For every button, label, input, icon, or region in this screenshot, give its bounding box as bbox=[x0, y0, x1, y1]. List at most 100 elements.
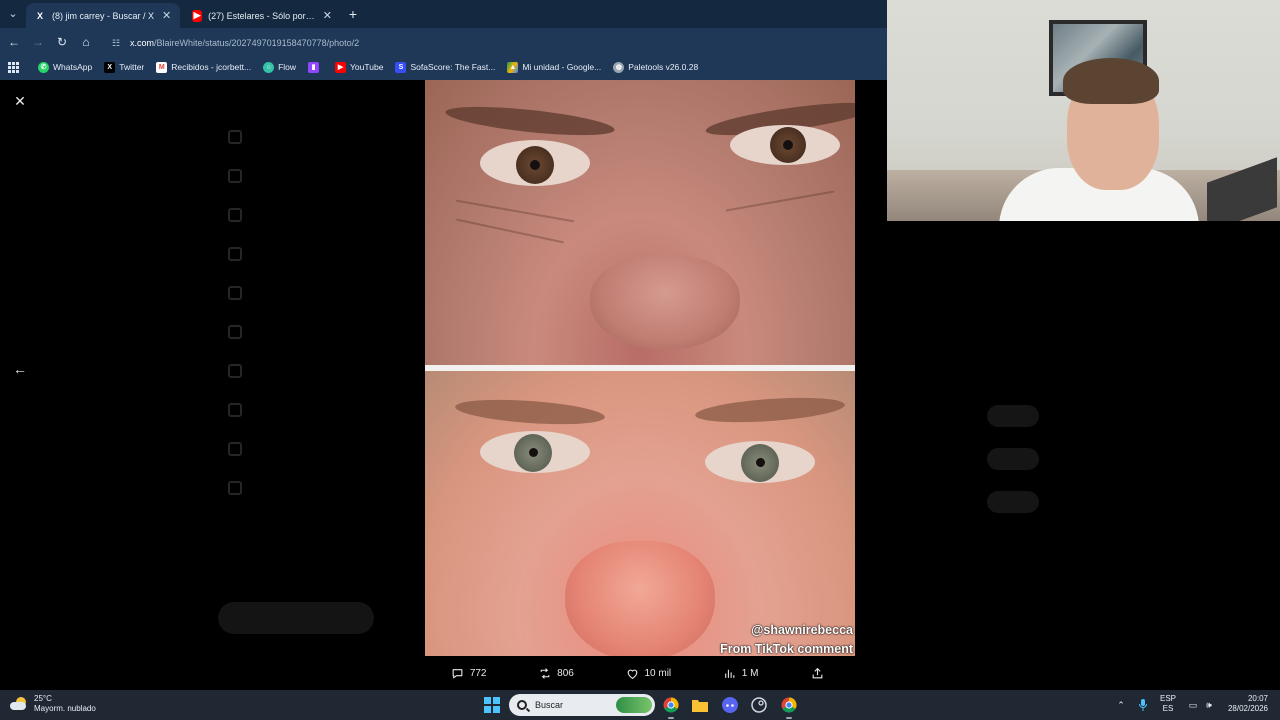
globe-icon: ◍ bbox=[613, 61, 625, 73]
pupil bbox=[529, 448, 538, 457]
more-icon bbox=[228, 481, 242, 495]
nose bbox=[565, 541, 715, 656]
reload-icon[interactable]: ↻ bbox=[54, 34, 70, 50]
eyebrow bbox=[454, 395, 606, 429]
chrome-icon[interactable] bbox=[661, 695, 681, 719]
bookmark-twitch[interactable]: ▮ bbox=[308, 61, 323, 73]
weather-desc: Mayorm. nublado bbox=[34, 704, 96, 713]
share-button[interactable] bbox=[810, 666, 829, 680]
comment-icon bbox=[451, 666, 465, 680]
grok-icon bbox=[228, 286, 242, 300]
bookmark-label: Mi unidad - Google... bbox=[522, 62, 602, 72]
views-button[interactable]: 1 M bbox=[723, 666, 759, 680]
heart-icon bbox=[625, 666, 639, 680]
close-media-icon[interactable]: ✕ bbox=[12, 93, 28, 109]
url-path: /BlaireWhite/status/2027497019158470778/… bbox=[154, 38, 360, 48]
sidebar-item-home bbox=[228, 130, 258, 144]
bookmark-paletools[interactable]: ◍ Paletools v26.0.28 bbox=[613, 61, 699, 73]
bookmark-flow[interactable]: ○ Flow bbox=[263, 61, 297, 73]
bookmark-youtube[interactable]: ▶ YouTube bbox=[335, 61, 383, 73]
close-tab-icon[interactable]: ✕ bbox=[162, 9, 171, 22]
post-button bbox=[218, 602, 374, 634]
weather-widget[interactable]: 25°C Mayorm. nublado bbox=[10, 694, 96, 714]
volume-icon[interactable]: 🕪 bbox=[1202, 695, 1216, 715]
home-icon[interactable]: ⌂ bbox=[78, 34, 94, 50]
mail-icon bbox=[228, 247, 242, 261]
bookmark-whatsapp[interactable]: ✆ WhatsApp bbox=[38, 61, 92, 73]
file-explorer-icon[interactable] bbox=[690, 695, 710, 715]
pupil bbox=[530, 160, 540, 170]
repost-button[interactable]: 806 bbox=[538, 666, 574, 680]
network-icon[interactable]: ▭ bbox=[1186, 695, 1200, 715]
show-hidden-icons-chevron-icon[interactable]: ⌃ bbox=[1114, 695, 1128, 715]
sidebar-item-more bbox=[228, 481, 258, 495]
tab-label: (8) jim carrey - Buscar / X bbox=[52, 10, 155, 21]
webcam-overlay bbox=[887, 0, 1280, 221]
post-actions-bar: 772 806 10 mil 1 M bbox=[425, 656, 855, 690]
bookmark-twitter[interactable]: X Twitter bbox=[104, 61, 144, 73]
clock-time: 20:07 bbox=[1247, 694, 1268, 703]
start-windows-icon[interactable] bbox=[484, 697, 500, 713]
search-icon bbox=[228, 169, 242, 183]
bookmark-label: Paletools v26.0.28 bbox=[628, 62, 699, 72]
like-button[interactable]: 10 mil bbox=[625, 666, 671, 680]
twitch-icon: ▮ bbox=[308, 61, 320, 73]
steam-icon[interactable] bbox=[749, 695, 769, 715]
new-tab-button[interactable]: + bbox=[344, 5, 362, 23]
whatsapp-icon: ✆ bbox=[38, 61, 49, 73]
eyebrow bbox=[694, 393, 846, 427]
site-info-icon[interactable]: ☷ bbox=[112, 38, 122, 48]
bookmark-label: Flow bbox=[278, 62, 297, 72]
eye bbox=[480, 431, 590, 473]
bookmarks-bar: ✆ WhatsApp X Twitter M Recibidos - jcorb… bbox=[0, 56, 887, 78]
browser-chrome: ⌄ X (8) jim carrey - Buscar / X ✕ ▶ (27)… bbox=[0, 0, 887, 80]
follow-button bbox=[987, 491, 1039, 513]
google-drive-icon: ▲ bbox=[507, 61, 519, 73]
apps-grid-icon[interactable] bbox=[6, 60, 20, 74]
flow-icon: ○ bbox=[263, 61, 275, 73]
bookmark-gmail[interactable]: M Recibidos - jcorbett... bbox=[156, 61, 252, 73]
youtube-icon: ▶ bbox=[335, 61, 347, 73]
forward-icon[interactable]: → bbox=[30, 34, 46, 50]
tab-estelares[interactable]: ▶ (27) Estelares - Sólo por hoy (C ✕ bbox=[184, 3, 340, 28]
views-count: 1 M bbox=[741, 667, 759, 679]
user-icon bbox=[228, 442, 242, 456]
chrome-profile-icon[interactable] bbox=[779, 695, 799, 719]
sidebar-item-chat bbox=[228, 247, 258, 261]
clock[interactable]: 20:07 28/02/2026 bbox=[1224, 694, 1268, 714]
address-bar[interactable]: ☷ x.com /BlaireWhite/status/202749701915… bbox=[104, 32, 864, 54]
sidebar-item-notifications bbox=[228, 208, 258, 222]
taskbar: 25°C Mayorm. nublado Buscar ⌃ ESP ES ▭ 🕪… bbox=[0, 690, 1280, 720]
views-chart-icon bbox=[723, 666, 737, 680]
watermark-caption: From TikTok comment bbox=[720, 642, 853, 656]
close-tab-icon[interactable]: ✕ bbox=[323, 9, 332, 22]
bookmark-label: Recibidos - jcorbett... bbox=[171, 62, 252, 72]
sidebar-item-premium bbox=[228, 403, 258, 417]
language-code: ESP bbox=[1160, 694, 1177, 703]
language-indicator[interactable]: ESP ES bbox=[1160, 694, 1176, 714]
bookmark-google-drive[interactable]: ▲ Mi unidad - Google... bbox=[507, 61, 602, 73]
eyebrow bbox=[444, 101, 616, 141]
pupil bbox=[783, 140, 793, 150]
previous-media-icon[interactable]: ← bbox=[12, 361, 28, 377]
back-icon[interactable]: ← bbox=[6, 34, 22, 50]
home-icon bbox=[228, 130, 242, 144]
search-placeholder: Buscar bbox=[535, 700, 564, 710]
discord-icon[interactable] bbox=[720, 695, 740, 715]
bookmark-sofascore[interactable]: S SofaScore: The Fast... bbox=[395, 61, 496, 73]
sidebar-item-profile bbox=[228, 442, 258, 456]
taskbar-search[interactable]: Buscar bbox=[509, 694, 655, 716]
tab-jim-carrey[interactable]: X (8) jim carrey - Buscar / X ✕ bbox=[26, 3, 180, 28]
x-logo-icon: X bbox=[104, 61, 116, 73]
reply-button[interactable]: 772 bbox=[451, 666, 487, 680]
sidebar-item-explore bbox=[228, 169, 258, 183]
nose bbox=[590, 255, 740, 350]
lightning-icon bbox=[228, 364, 242, 378]
eye bbox=[705, 441, 815, 483]
reply-count: 772 bbox=[469, 667, 487, 679]
tab-search-chevron-icon[interactable]: ⌄ bbox=[4, 5, 22, 23]
microphone-icon[interactable] bbox=[1136, 695, 1150, 715]
bookmark-label: SofaScore: The Fast... bbox=[410, 62, 496, 72]
pupil bbox=[756, 458, 765, 467]
wrinkle bbox=[455, 218, 565, 244]
